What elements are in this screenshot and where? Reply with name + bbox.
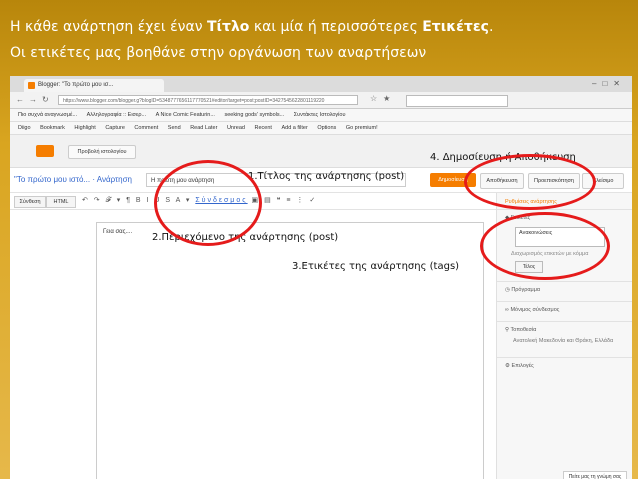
permalink-label: Μόνιμος σύνδεσμος [510, 307, 560, 313]
heading-labels-word: Ετικέτες [422, 19, 489, 35]
divider [497, 321, 632, 322]
heading-line-2: Οι ετικέτες μας βοηθάνε στην οργάνωση τω… [10, 45, 427, 61]
bookmark-item[interactable]: Πιο συχνά αναγνωσμέ... [18, 112, 77, 118]
window-controls[interactable]: –□✕ [592, 79, 626, 88]
heading-text: Η κάθε ανάρτηση έχει έναν [10, 19, 207, 35]
star-icon[interactable]: ☆★ [370, 94, 396, 103]
toolbar-item[interactable]: Recent [255, 125, 272, 131]
browser-tab[interactable]: Blogger: "Το πρώτο μου ισ... [24, 79, 164, 92]
toolbar-item[interactable]: Read Later [190, 125, 217, 131]
diigo-toolbar: Diigo Bookmark Highlight Capture Comment… [10, 122, 632, 135]
toolbar-item[interactable]: Options [317, 125, 336, 131]
nav-buttons-icon[interactable]: ←→↻ [16, 95, 54, 104]
divider [497, 281, 632, 282]
heading-line-1: Η κάθε ανάρτηση έχει έναν Τίτλο και μία … [10, 14, 630, 40]
options-item[interactable]: ⚙ Επιλογές [505, 363, 534, 369]
heading-text: και μία ή περισσότερες [249, 19, 423, 35]
schedule-label: Πρόγραμμα [511, 287, 541, 293]
annotation-title: 1.Τίτλος της ανάρτησης (post) [248, 171, 405, 182]
blogger-logo-icon[interactable] [36, 145, 54, 157]
toolbar-item[interactable]: Send [168, 125, 181, 131]
schedule-item[interactable]: ◷ Πρόγραμμα [505, 287, 540, 293]
bookmark-item[interactable]: Αλληλογραφία :: Εισερ... [87, 112, 147, 118]
feedback-button[interactable]: Πείτε μας τη γνώμη σας [563, 471, 627, 479]
tab-bar: Blogger: "Το πρώτο μου ισ... –□✕ [10, 76, 632, 92]
editor-content: Γεια σας.... [103, 229, 133, 235]
divider [497, 357, 632, 358]
toolbar-item[interactable]: Capture [105, 125, 125, 131]
url-input[interactable]: https://www.blogger.com/blogger.g?blogID… [58, 95, 358, 105]
blog-name[interactable]: "Το πρώτο μου ιστό... · Ανάρτηση [14, 175, 132, 184]
toolbar-item[interactable]: Comment [134, 125, 158, 131]
html-mode-button[interactable]: HTML [46, 196, 76, 208]
divider [497, 301, 632, 302]
view-blog-button[interactable]: Προβολή ιστολογίου [68, 145, 136, 159]
toolbar-item[interactable]: Unread [227, 125, 245, 131]
search-input[interactable] [406, 95, 508, 107]
annotation-labels: 3.Ετικέτες της ανάρτησης (tags) [292, 261, 460, 272]
location-value: Ανατολική Μακεδονία και Θράκη, Ελλάδα [513, 338, 614, 344]
toolbar-item[interactable]: Highlight [74, 125, 95, 131]
permalink-item[interactable]: ∞ Μόνιμος σύνδεσμος [505, 307, 559, 313]
highlight-circle-title [154, 160, 262, 246]
bookmarks-bar: Πιο συχνά αναγνωσμέ... Αλληλογραφία :: Ε… [10, 109, 632, 122]
blogger-favicon-icon [28, 82, 35, 89]
toolbar-item[interactable]: Add a filter [281, 125, 307, 131]
highlight-circle-labels [480, 212, 610, 280]
bookmark-item[interactable]: A Nice Comic Featurin... [156, 112, 215, 118]
compose-mode-button[interactable]: Σύνθεση [14, 196, 46, 208]
location-label: Τοποθεσία [510, 327, 537, 333]
address-bar: ←→↻ https://www.blogger.com/blogger.g?bl… [10, 92, 632, 109]
toolbar-item[interactable]: Diigo [18, 125, 31, 131]
bookmark-item[interactable]: seeking gods' symbols... [224, 112, 284, 118]
toolbar-item[interactable]: Go premium! [346, 125, 378, 131]
heading-title-word: Τίτλο [207, 19, 250, 35]
toolbar-item[interactable]: Bookmark [40, 125, 65, 131]
blogger-screenshot: Blogger: "Το πρώτο μου ισ... –□✕ ←→↻ htt… [10, 76, 632, 479]
options-label: Επιλογές [511, 363, 534, 369]
heading-text: . [488, 19, 494, 35]
tab-title: Blogger: "Το πρώτο μου ισ... [38, 82, 114, 88]
location-item[interactable]: ⚲ Τοποθεσία [505, 327, 536, 333]
bookmark-item[interactable]: Συντάκτες Ιστολογίου [294, 112, 346, 118]
highlight-circle-buttons [464, 154, 596, 210]
slide-heading: Η κάθε ανάρτηση έχει έναν Τίτλο και μία … [10, 14, 630, 66]
